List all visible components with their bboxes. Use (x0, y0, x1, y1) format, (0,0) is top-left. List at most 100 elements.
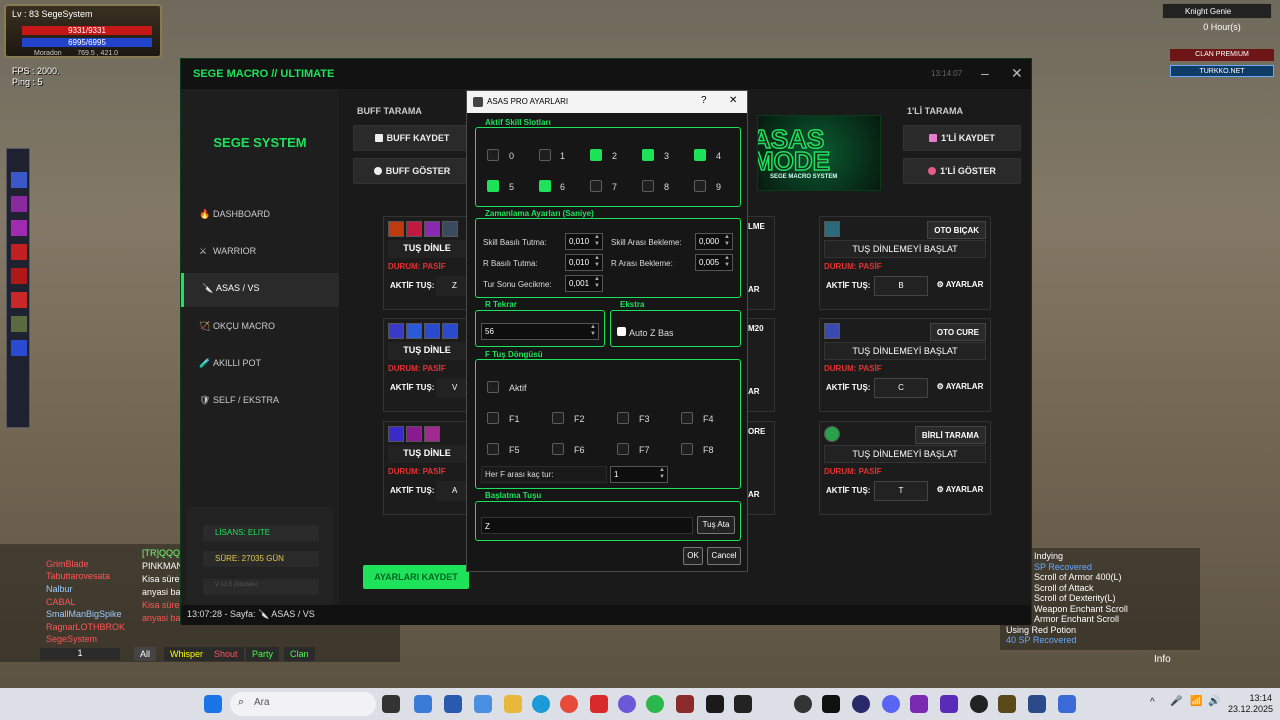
app-icon[interactable] (1028, 695, 1046, 713)
wifi-icon[interactable]: 📶 (1190, 696, 1202, 707)
whatsapp-icon[interactable] (646, 695, 664, 713)
start-listen-button[interactable]: TUŞ DİNLEMEYİ BAŞLAT (824, 342, 986, 360)
task-view-icon[interactable] (382, 695, 400, 713)
chat-tab-shout[interactable]: Shout (208, 647, 244, 661)
nav-asas-vs[interactable]: 🔪 ASAS / VS (181, 273, 339, 307)
nav-okcu-macro[interactable]: 🏹 OKÇU MACRO (181, 311, 339, 345)
app-icon[interactable] (998, 695, 1016, 713)
f3-checkbox[interactable] (617, 412, 629, 424)
help-icon[interactable]: ? (701, 95, 707, 106)
card-settings-label[interactable]: AR (748, 387, 760, 396)
skill-hold-input[interactable]: 0,010 ▲ ▼ (565, 233, 603, 250)
chat-tab-party[interactable]: Party (246, 647, 280, 661)
chat-tab-whisper[interactable]: Whisper (164, 647, 210, 661)
start-listen-button[interactable]: TUŞ DİNLEMEYİ BAŞLAT (824, 445, 986, 463)
f5-checkbox[interactable] (487, 443, 499, 455)
app-icon[interactable] (474, 695, 492, 713)
r-hold-input[interactable]: 0,010 ▲ ▼ (565, 254, 603, 271)
active-key-field[interactable]: Z (436, 276, 468, 296)
app-icon[interactable] (852, 695, 870, 713)
listen-key-button[interactable]: TUŞ DİNLE (388, 240, 466, 258)
app-icon[interactable] (706, 695, 724, 713)
app-icon[interactable] (910, 695, 928, 713)
skill-slot[interactable] (10, 243, 28, 261)
app-icon[interactable] (444, 695, 462, 713)
spin-arrows-icon[interactable]: ▲ ▼ (594, 255, 600, 269)
skill-slot[interactable] (10, 267, 28, 285)
slot-checkbox-4[interactable] (694, 149, 706, 161)
skill-wait-input[interactable]: 0,000 ▲ ▼ (695, 233, 733, 250)
discord-icon[interactable] (882, 695, 900, 713)
auto-z-checkbox[interactable] (617, 327, 626, 336)
active-key-field[interactable]: C (874, 378, 928, 398)
app-icon[interactable] (414, 695, 432, 713)
file-explorer-icon[interactable] (504, 695, 522, 713)
app-icon[interactable] (590, 695, 608, 713)
one-save-button[interactable]: 1'Lİ KAYDET (903, 125, 1021, 151)
one-show-button[interactable]: 1'Lİ GÖSTER (903, 158, 1021, 184)
slot-checkbox-0[interactable] (487, 149, 499, 161)
taskbar-clock[interactable]: 13:14 23.12.2025 (1228, 693, 1273, 715)
close-icon[interactable]: ✕ (729, 95, 737, 106)
listen-key-button[interactable]: TUŞ DİNLE (388, 342, 466, 360)
settings-button[interactable]: ⚙ AYARLAR (932, 378, 988, 398)
active-key-field[interactable]: B (874, 276, 928, 296)
r-repeat-input[interactable]: 56 ▲ ▼ (481, 323, 599, 340)
active-key-field[interactable]: V (436, 378, 468, 398)
tiktok-icon[interactable] (822, 695, 840, 713)
nav-akilli-pot[interactable]: 🧪 AKILLI POT (181, 348, 339, 382)
skill-slot[interactable] (10, 171, 28, 189)
spin-arrows-icon[interactable]: ▲ ▼ (724, 234, 730, 248)
tour-delay-input[interactable]: 0,001 ▲ ▼ (565, 275, 603, 292)
spin-arrows-icon[interactable]: ▲ ▼ (590, 324, 596, 338)
buff-show-button[interactable]: BUFF GÖSTER (353, 158, 471, 184)
skill-slot[interactable] (10, 195, 28, 213)
slot-checkbox-3[interactable] (642, 149, 654, 161)
listen-key-button[interactable]: TUŞ DİNLE (388, 445, 466, 463)
taskbar-search[interactable]: ⌕ Ara (230, 692, 376, 716)
f2-checkbox[interactable] (552, 412, 564, 424)
chrome-icon[interactable] (560, 695, 578, 713)
slot-checkbox-6[interactable] (539, 180, 551, 192)
chat-tab-clan[interactable]: Clan (284, 647, 315, 661)
f6-checkbox[interactable] (552, 443, 564, 455)
skill-slot[interactable] (10, 339, 28, 357)
spin-arrows-icon[interactable]: ▲ ▼ (594, 234, 600, 248)
chat-channel-selector[interactable]: 1 (40, 648, 120, 660)
knight-genie-bar[interactable]: Knight Genie (1162, 3, 1272, 19)
app-icon[interactable] (618, 695, 636, 713)
card-settings-label[interactable]: AR (748, 285, 760, 294)
app-icon[interactable] (676, 695, 694, 713)
nav-warrior[interactable]: ⚔ WARRIOR (181, 236, 339, 270)
edge-icon[interactable] (532, 695, 550, 713)
cancel-button[interactable]: Cancel (707, 547, 741, 565)
slot-checkbox-9[interactable] (694, 180, 706, 192)
f1-checkbox[interactable] (487, 412, 499, 424)
spin-arrows-icon[interactable]: ▲ ▼ (724, 255, 730, 269)
volume-icon[interactable]: 🔊 (1208, 696, 1220, 707)
slot-checkbox-1[interactable] (539, 149, 551, 161)
slot-checkbox-7[interactable] (590, 180, 602, 192)
close-icon[interactable]: ✕ (1011, 65, 1023, 82)
windows-start-icon[interactable] (204, 695, 222, 713)
r-wait-input[interactable]: 0,005 ▲ ▼ (695, 254, 733, 271)
spin-arrows-icon[interactable]: ▲ ▼ (659, 467, 665, 481)
spin-arrows-icon[interactable]: ▲ ▼ (594, 276, 600, 290)
microphone-icon[interactable]: 🎤 (1170, 696, 1182, 707)
nav-dashboard[interactable]: 🔥 DASHBOARD (181, 199, 339, 233)
f-per-tour-input[interactable]: 1 ▲ ▼ (610, 466, 668, 483)
chevron-up-icon[interactable]: ^ (1150, 697, 1155, 708)
skill-slot[interactable] (10, 219, 28, 237)
card-settings-label[interactable]: AR (748, 490, 760, 499)
save-settings-button[interactable]: AYARLARI KAYDET (363, 565, 469, 589)
slot-checkbox-5[interactable] (487, 180, 499, 192)
terminal-icon[interactable] (734, 695, 752, 713)
buff-save-button[interactable]: BUFF KAYDET (353, 125, 471, 151)
app-icon[interactable] (940, 695, 958, 713)
settings-button[interactable]: ⚙ AYARLAR (932, 276, 988, 296)
active-key-field[interactable]: T (874, 481, 928, 501)
nav-self-ekstra[interactable]: 🛡 SELF / EKSTRA (181, 385, 339, 419)
start-key-field[interactable]: Z (481, 517, 693, 534)
app-icon[interactable] (1058, 695, 1076, 713)
chat-tab-all[interactable]: All (134, 647, 157, 661)
